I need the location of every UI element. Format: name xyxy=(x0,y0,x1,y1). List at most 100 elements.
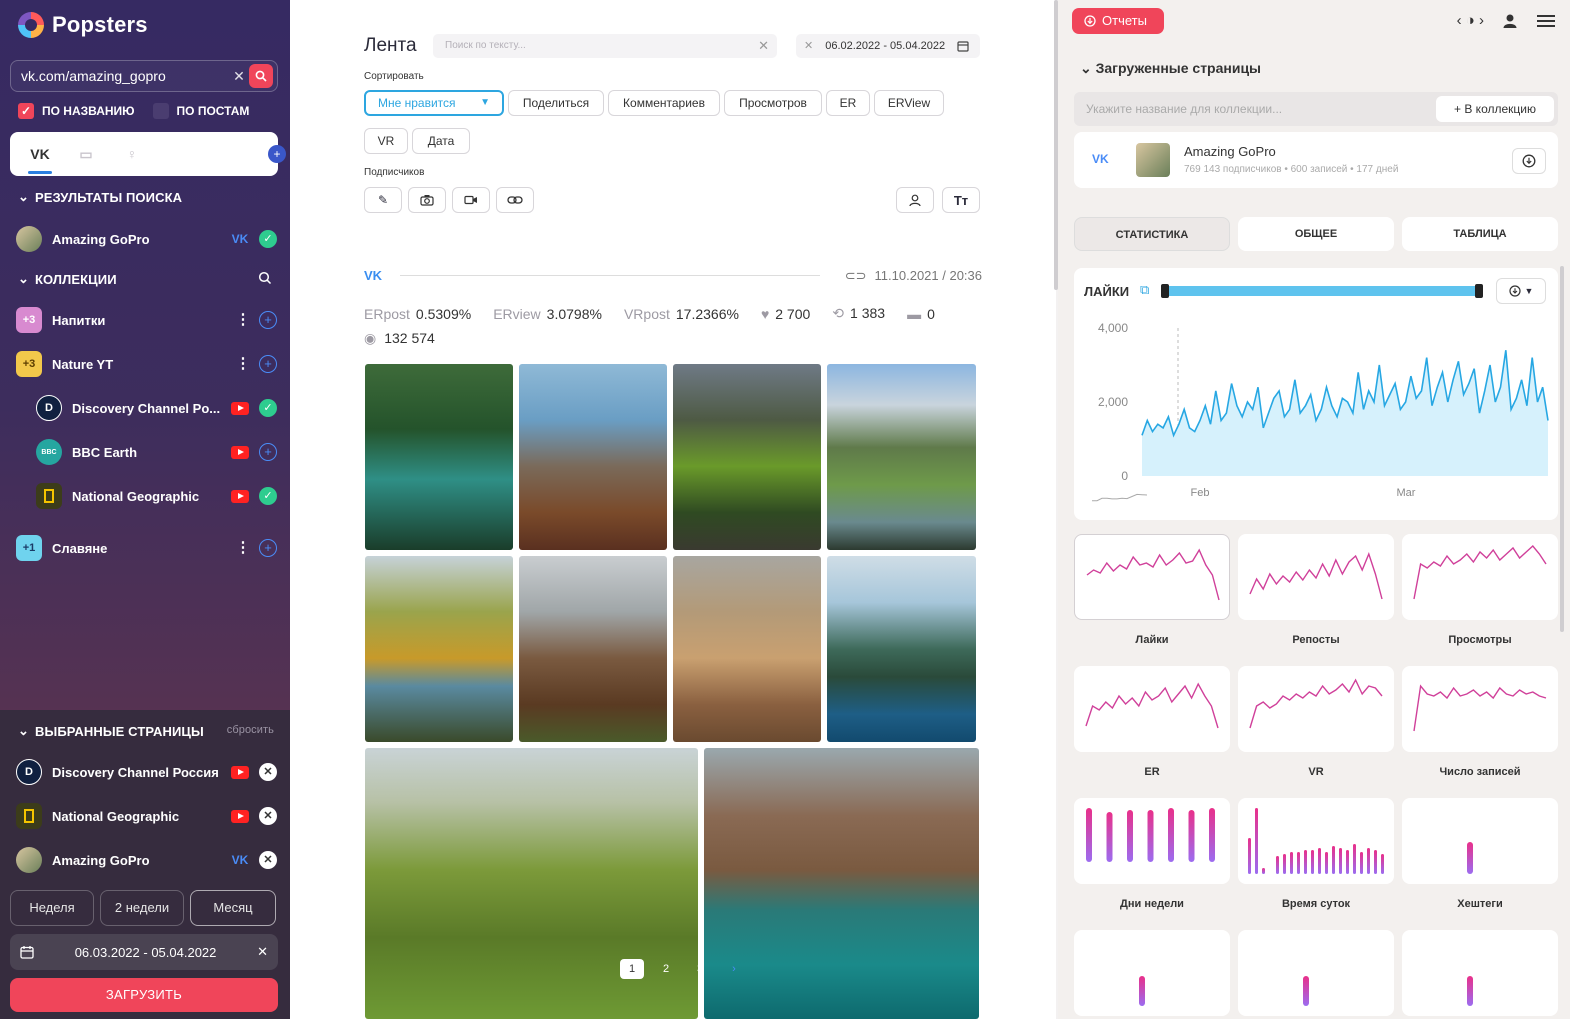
collection-name-input[interactable]: Укажите название для коллекции... + В ко… xyxy=(1074,92,1558,126)
period-week-button[interactable]: Неделя xyxy=(10,890,94,926)
mini-chart-card[interactable] xyxy=(1074,666,1230,752)
calendar-icon[interactable] xyxy=(957,40,969,52)
period-2weeks-button[interactable]: 2 недели xyxy=(100,890,184,926)
feed-date-range[interactable]: ✕ 06.02.2022 - 05.04.2022 xyxy=(796,34,980,58)
stats-scrollbar[interactable] xyxy=(1560,266,1564,632)
page-search-input[interactable]: vk.com/amazing_gopro ✕ xyxy=(10,60,278,92)
range-slider-handle-right[interactable] xyxy=(1475,284,1483,298)
sort-comments[interactable]: Комментариев xyxy=(608,90,720,116)
sort-erview[interactable]: ERView xyxy=(874,90,944,116)
chart-download-button[interactable]: ▼ xyxy=(1496,278,1546,304)
tab-ok[interactable]: ♀ xyxy=(120,132,144,176)
text-size-button[interactable]: Tт xyxy=(942,187,980,213)
post-photo[interactable] xyxy=(519,364,667,550)
post-photo[interactable] xyxy=(827,556,976,742)
mini-chart-card[interactable] xyxy=(1074,798,1230,884)
clear-date-icon[interactable]: ✕ xyxy=(804,34,813,58)
add-collection-button[interactable]: + xyxy=(258,310,278,330)
clear-search-icon[interactable]: ✕ xyxy=(229,68,249,85)
added-status[interactable]: ✓ xyxy=(258,398,278,418)
add-page-button[interactable]: + xyxy=(258,442,278,462)
filter-link-button[interactable] xyxy=(496,187,534,213)
post-photo[interactable] xyxy=(673,364,821,550)
check-by-name[interactable]: ✓ ПО НАЗВАНИЮ xyxy=(18,103,135,119)
date-range-picker[interactable]: 06.03.2022 - 05.04.2022 ✕ xyxy=(10,934,278,970)
remove-page-button[interactable]: ✕ xyxy=(258,762,278,782)
collections-header[interactable]: ⌄ КОЛЛЕКЦИИ xyxy=(18,271,272,287)
user-icon[interactable] xyxy=(1502,13,1518,29)
period-month-button[interactable]: Месяц xyxy=(190,890,276,926)
added-status[interactable]: ✓ xyxy=(258,486,278,506)
tab-vk[interactable]: VK xyxy=(28,132,52,176)
page-button[interactable]: 1 xyxy=(620,959,644,979)
sort-date[interactable]: Дата xyxy=(412,128,470,154)
collection-item[interactable]: +1 Славяне ⋮ + xyxy=(16,533,278,563)
clear-date-icon[interactable]: ✕ xyxy=(257,944,268,960)
mini-chart-card[interactable] xyxy=(1402,666,1558,752)
add-collection-button[interactable]: + xyxy=(258,538,278,558)
reset-button[interactable]: сбросить xyxy=(227,724,274,736)
more-vertical-icon[interactable]: ⋮ xyxy=(236,310,251,330)
tab-general[interactable]: ОБЩЕЕ xyxy=(1238,217,1394,251)
post-photo[interactable] xyxy=(365,364,513,550)
more-vertical-icon[interactable]: ⋮ xyxy=(236,354,251,374)
mini-chart-card[interactable] xyxy=(1402,930,1558,1016)
search-button[interactable] xyxy=(249,64,273,88)
selected-pages-header[interactable]: ⌄ ВЫБРАННЫЕ СТРАНИЦЫ сбросить xyxy=(18,723,274,739)
post-photo[interactable] xyxy=(827,364,976,550)
more-vertical-icon[interactable]: ⋮ xyxy=(236,538,251,558)
post-photo[interactable] xyxy=(519,556,667,742)
range-slider-handle-left[interactable] xyxy=(1161,284,1169,298)
result-item[interactable]: Amazing GoPro VK ✓ xyxy=(16,224,278,254)
theme-toggle[interactable]: ‹ ◑ › xyxy=(1457,12,1484,29)
load-button[interactable]: ЗАГРУЗИТЬ xyxy=(10,978,278,1012)
mini-chart-card[interactable] xyxy=(1238,666,1394,752)
filter-author-button[interactable] xyxy=(896,187,934,213)
post-photo[interactable] xyxy=(365,556,513,742)
mini-chart-card[interactable] xyxy=(1402,534,1558,620)
collection-item[interactable]: +3 Nature YT ⋮ + xyxy=(16,349,278,379)
reports-button[interactable]: Отчеты xyxy=(1072,8,1164,34)
collection-subitem[interactable]: National Geographic ✓ xyxy=(36,481,278,511)
add-collection-button[interactable]: + xyxy=(258,354,278,374)
add-to-collection-button[interactable]: + В коллекцию xyxy=(1436,96,1554,122)
sort-shares[interactable]: Поделиться xyxy=(508,90,604,116)
added-status[interactable]: ✓ xyxy=(258,229,278,249)
loaded-pages-header[interactable]: ⌄ Загруженные страницы xyxy=(1080,60,1261,77)
search-results-header[interactable]: ⌄ РЕЗУЛЬТАТЫ ПОИСКА xyxy=(18,189,182,205)
add-network-button[interactable]: + xyxy=(268,145,286,163)
search-icon[interactable] xyxy=(258,271,272,285)
sort-er[interactable]: ER xyxy=(826,90,870,116)
mini-chart-card[interactable] xyxy=(1238,930,1394,1016)
page-button[interactable]: 3 xyxy=(688,959,712,979)
likes-area-chart[interactable]: 0 2,000 4,000 Feb Mar xyxy=(1074,308,1558,518)
mini-chart-card[interactable] xyxy=(1402,798,1558,884)
mini-chart-card[interactable] xyxy=(1074,534,1230,620)
mini-chart-card[interactable] xyxy=(1238,798,1394,884)
menu-icon[interactable] xyxy=(1536,13,1556,29)
remove-page-button[interactable]: ✕ xyxy=(258,806,278,826)
check-by-posts[interactable]: ПО ПОСТАМ xyxy=(152,103,249,119)
tab-table[interactable]: ТАБЛИЦА xyxy=(1402,217,1558,251)
page-button[interactable]: 2 xyxy=(654,959,678,979)
collection-item[interactable]: +3 Напитки ⋮ + xyxy=(16,305,278,335)
post-photo[interactable] xyxy=(673,556,821,742)
logo[interactable]: Popsters xyxy=(18,12,148,38)
text-search-input[interactable]: Поиск по тексту... ✕ xyxy=(433,34,777,58)
selected-page[interactable]: National Geographic ✕ xyxy=(16,801,278,831)
filter-text-button[interactable]: ✎ xyxy=(364,187,402,213)
post-datetime[interactable]: ⊂⊃ 11.10.2021 / 20:36 xyxy=(845,268,982,284)
collection-subitem[interactable]: D Discovery Channel Po... ✓ xyxy=(36,393,278,423)
selected-page[interactable]: D Discovery Channel Россия ✕ xyxy=(16,757,278,787)
tab-statistics[interactable]: СТАТИСТИКА xyxy=(1074,217,1230,251)
collection-subitem[interactable]: BBC BBC Earth + xyxy=(36,437,278,467)
chevron-right-icon[interactable]: › xyxy=(722,959,746,979)
clear-text-icon[interactable]: ✕ xyxy=(758,34,769,58)
sort-likes-dropdown[interactable]: Мне нравится ▼ xyxy=(364,90,504,116)
sort-vr[interactable]: VR xyxy=(364,128,408,154)
mini-chart-card[interactable] xyxy=(1074,930,1230,1016)
loaded-page-card[interactable]: VK Amazing GoPro 769 143 подписчиков • 6… xyxy=(1074,132,1558,188)
range-slider-track[interactable] xyxy=(1161,284,1483,298)
filter-photo-button[interactable] xyxy=(408,187,446,213)
filter-video-button[interactable] xyxy=(452,187,490,213)
